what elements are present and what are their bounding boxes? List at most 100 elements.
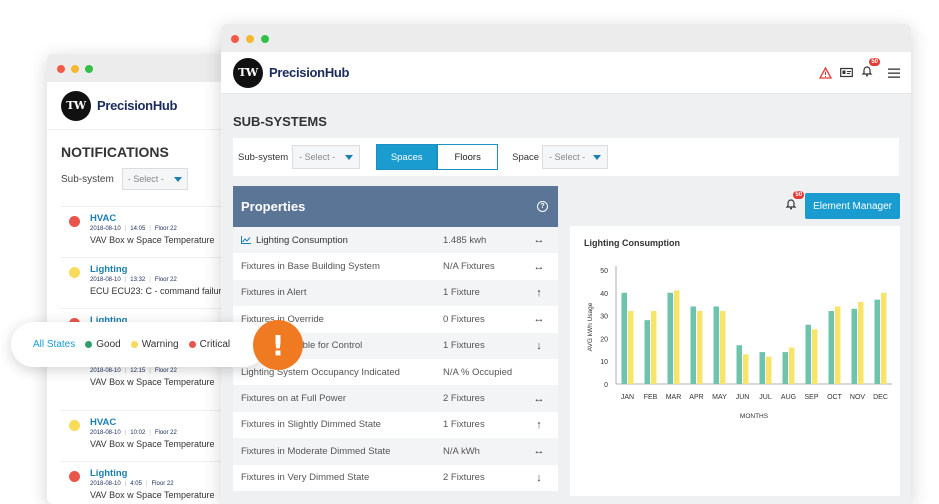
property-name: Fixtures in Very Dimmed State (241, 472, 370, 484)
property-value: N/A % Occupied (443, 366, 513, 378)
trend-arrow-icon: ↓ (536, 339, 542, 352)
notification-floor: Floor 22 (154, 430, 177, 436)
notification-text: VAV Box w Space Temperature (90, 235, 215, 245)
bar-feb-series-2 (651, 311, 657, 384)
space-label: Space (512, 151, 540, 163)
x-tick-label: FEB (644, 394, 658, 401)
close-window-dot[interactable] (231, 35, 239, 43)
notification-floor: Floor 22 (151, 481, 174, 487)
meta-separator: | (124, 226, 127, 232)
notification-body: HVAC 2018-08-10 | 10:02 | Floor 22 VAV Box w S… (90, 417, 215, 455)
bar-jul-series-2 (766, 356, 772, 384)
bell-icon (861, 65, 873, 76)
bar-aug-series-2 (789, 347, 795, 384)
notification-floor: Floor 22 (154, 277, 177, 283)
notification-item[interactable]: 2018-08-10 | 12:15 | Floor 22 VAV Box w Space… (61, 360, 233, 411)
notification-body: HVAC 2018-08-10 | 14:05 | Floor 22 VAV Box w S… (90, 213, 215, 251)
notification-body: Lighting 2018-08-10 | 13:32 | Floor 22 ECU ECU… (90, 264, 227, 302)
minimize-window-dot[interactable] (246, 35, 254, 43)
trend-arrow-icon: ↔ (533, 313, 545, 326)
notifications-bell[interactable]: 50 (861, 57, 880, 82)
notification-item[interactable]: HVAC 2018-08-10 | 14:05 | Floor 22 VAV Box w S… (61, 207, 233, 258)
meta-separator: | (124, 481, 127, 487)
bar-oct-series-2 (835, 306, 841, 384)
bar-nov-series-1 (851, 308, 857, 384)
property-row[interactable]: Fixtures in Very Dimmed State 2 Fixtures ↓ (233, 465, 558, 491)
space-select[interactable]: - Select - (542, 145, 609, 169)
notification-system: Lighting (90, 468, 128, 479)
subsystem-select[interactable]: - Select - (292, 145, 361, 169)
x-tick-label: OCT (827, 394, 843, 401)
property-value: 1 Fixture (443, 287, 480, 299)
subsystem-select[interactable]: - Select - (121, 168, 188, 190)
property-value: 2 Fixtures (443, 393, 485, 405)
chart-panel: 50 Element Manager Lighting Consumption … (570, 186, 900, 496)
notifications-window: TW PrecisionHub NOTIFICATIONS Sub-system… (47, 54, 247, 504)
notification-item[interactable]: Lighting 2018-08-10 | 4:05 | Floor 22 VAV Box … (61, 462, 233, 504)
notification-system: HVAC (90, 417, 117, 428)
property-row[interactable]: Fixtures in Moderate Dimmed State N/A kWh… (233, 438, 558, 465)
app-header: TW PrecisionHub 50 (221, 52, 911, 94)
x-axis-label: MONTHS (740, 413, 769, 420)
brand-logo[interactable]: TW PrecisionHub (61, 90, 178, 121)
brand-name: PrecisionHub (269, 65, 350, 80)
hamburger-menu-icon[interactable] (887, 67, 901, 79)
chevron-down-icon (345, 154, 354, 160)
tab-floors[interactable]: Floors (437, 144, 499, 170)
logo-mark: TW (61, 90, 91, 121)
notification-text: VAV Box w Space Temperature (90, 439, 215, 449)
bar-feb-series-1 (644, 320, 650, 384)
notification-time: 14:05 (130, 226, 146, 232)
window-titlebar (221, 24, 911, 52)
notification-count-badge: 50 (869, 57, 880, 66)
subsystem-select-value: - Select - (127, 174, 164, 184)
notification-item[interactable]: Lighting 2018-08-10 | 13:32 | Floor 22 ECU ECU… (61, 258, 233, 309)
maximize-window-dot[interactable] (261, 35, 269, 43)
status-filter-legend: All States Good Warning Critical (11, 322, 266, 367)
notification-meta: 2018-08-10 | 13:32 | Floor 22 (90, 277, 227, 283)
filter-all-states[interactable]: All States (33, 339, 75, 350)
element-alerts-bell[interactable]: 50 (785, 191, 805, 215)
property-row[interactable]: Fixtures in Base Building System N/A Fixt… (233, 253, 558, 279)
notification-item[interactable]: HVAC 2018-08-10 | 10:02 | Floor 22 VAV Box w S… (61, 411, 233, 462)
filter-warning[interactable]: Warning (130, 339, 179, 350)
property-row[interactable]: Fixtures in Alert 1 Fixture ↑ (233, 279, 558, 307)
notification-time: 12:15 (130, 368, 146, 374)
notification-text: VAV Box w Space Temperature (90, 490, 215, 500)
brand-name: PrecisionHub (97, 98, 178, 113)
critical-dot-icon (188, 341, 196, 348)
property-row[interactable]: Fixtures on at Full Power 2 Fixtures ↔ (233, 385, 558, 412)
element-manager-button[interactable]: Element Manager (805, 193, 900, 219)
warning-icon[interactable] (819, 66, 832, 79)
notification-meta: 2018-08-10 | 12:15 | Floor 22 (90, 368, 215, 374)
notification-system: HVAC (90, 213, 117, 224)
maximize-window-dot[interactable] (85, 65, 93, 73)
brand-logo[interactable]: TW PrecisionHub (233, 57, 350, 88)
id-card-icon[interactable] (840, 67, 853, 78)
x-tick-label: JAN (621, 394, 634, 401)
bar-dec-series-2 (881, 292, 887, 384)
filter-warning-label: Warning (141, 339, 179, 350)
bar-jan-series-2 (628, 311, 634, 384)
tab-spaces[interactable]: Spaces (376, 144, 438, 170)
y-axis-label: AVG kWh Usage (587, 302, 594, 351)
trend-arrow-icon: ↓ (536, 471, 542, 484)
filter-critical-label: Critical (199, 339, 231, 350)
trend-arrow-icon: ↔ (533, 392, 545, 405)
notification-floor: Floor 22 (154, 226, 177, 232)
bar-jun-series-2 (743, 354, 749, 384)
bar-sep-series-1 (805, 324, 811, 384)
main-content: SUB-SYSTEMS Sub-system - Select - Spaces… (221, 94, 911, 504)
property-row[interactable]: Lighting Consumption 1.485 kwh ↔ (233, 227, 558, 254)
property-row[interactable]: Fixtures in Slightly Dimmed State 1 Fixtu… (233, 412, 558, 438)
filter-critical[interactable]: Critical (188, 339, 231, 350)
minimize-window-dot[interactable] (71, 65, 79, 73)
filter-good[interactable]: Good (85, 339, 121, 350)
header-actions: 50 (819, 57, 901, 82)
property-name: Fixtures in Base Building System (241, 261, 380, 273)
help-icon[interactable]: ? (537, 201, 548, 212)
property-name: Fixtures in Alert (241, 287, 307, 299)
trend-arrow-icon: ↑ (536, 418, 542, 431)
close-window-dot[interactable] (57, 65, 65, 73)
bar-apr-series-1 (690, 306, 696, 384)
